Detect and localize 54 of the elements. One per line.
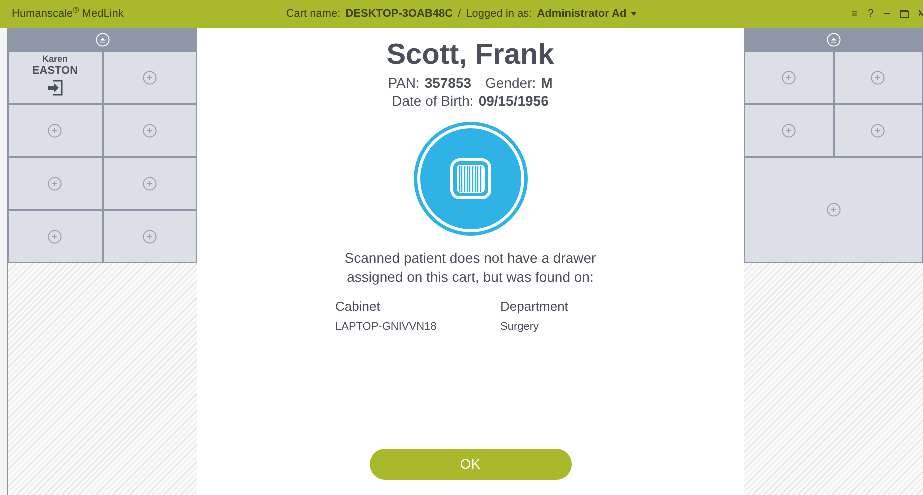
logged-label: Logged in as: bbox=[466, 6, 532, 22]
add-icon bbox=[142, 124, 157, 138]
add-icon bbox=[782, 124, 796, 138]
restore-icon[interactable] bbox=[900, 10, 909, 18]
add-icon bbox=[871, 124, 886, 138]
barcode-scan-icon bbox=[412, 120, 530, 238]
login-icon bbox=[46, 80, 64, 96]
drawer-button[interactable] bbox=[104, 211, 196, 262]
add-icon bbox=[48, 230, 62, 244]
drawer-button[interactable]: Karen EASTON bbox=[9, 52, 102, 103]
drawer-button[interactable] bbox=[745, 158, 922, 262]
add-icon bbox=[782, 70, 796, 84]
drawer-button[interactable] bbox=[834, 105, 922, 156]
table-cell-text: LAPTOP-GNIVVN18 bbox=[336, 320, 438, 334]
field-label: PAN: bbox=[388, 74, 420, 92]
drawer-button[interactable] bbox=[9, 105, 102, 156]
add-icon bbox=[48, 176, 62, 190]
drawer-button[interactable] bbox=[9, 158, 102, 209]
drawer-button[interactable] bbox=[104, 158, 196, 209]
patient-name: Scott, Frank bbox=[386, 38, 554, 72]
drawer-button[interactable] bbox=[745, 105, 832, 156]
add-icon bbox=[142, 70, 157, 84]
user-dropdown[interactable]: Administrator Ad bbox=[537, 6, 637, 22]
separator: / bbox=[458, 6, 462, 22]
field-value: 357853 bbox=[424, 74, 472, 92]
collapse-button[interactable] bbox=[744, 28, 923, 52]
field-value: M bbox=[541, 74, 553, 92]
add-icon bbox=[826, 203, 840, 217]
drawer-button[interactable] bbox=[9, 211, 102, 262]
menu-button[interactable]: ≡ bbox=[851, 6, 858, 22]
add-icon bbox=[142, 176, 157, 190]
field-label: Gender: bbox=[486, 74, 536, 92]
caret-icon bbox=[630, 12, 637, 16]
cart-name: DESKTOP-3OAB48C bbox=[346, 6, 454, 22]
field-value: 09/15/1956 bbox=[478, 92, 549, 110]
field-label: Date of Birth: bbox=[392, 92, 474, 110]
eject-icon bbox=[826, 33, 840, 47]
column-header: Department bbox=[500, 298, 570, 316]
drawer-button[interactable] bbox=[834, 52, 922, 103]
add-icon bbox=[48, 124, 62, 138]
column-header: Cabinet bbox=[336, 298, 382, 316]
table-cell-text: Surgery bbox=[500, 320, 540, 334]
eject-icon bbox=[96, 33, 110, 47]
minimize-icon[interactable] bbox=[884, 13, 890, 15]
drawer-button[interactable] bbox=[745, 52, 832, 103]
help-button[interactable]: ? bbox=[868, 6, 874, 22]
drawer-button[interactable] bbox=[104, 52, 196, 103]
add-icon bbox=[871, 70, 886, 84]
collapse-button[interactable] bbox=[8, 28, 197, 52]
cart-label: Cart name: bbox=[286, 6, 341, 22]
add-icon bbox=[142, 230, 157, 244]
message-text: Scanned patient does not have a drawer assigned on this cart, but was found on: bbox=[344, 249, 598, 287]
drawer-button[interactable] bbox=[104, 105, 196, 156]
app-name: Humanscale$^{®}$ MedLink bbox=[12, 6, 124, 22]
